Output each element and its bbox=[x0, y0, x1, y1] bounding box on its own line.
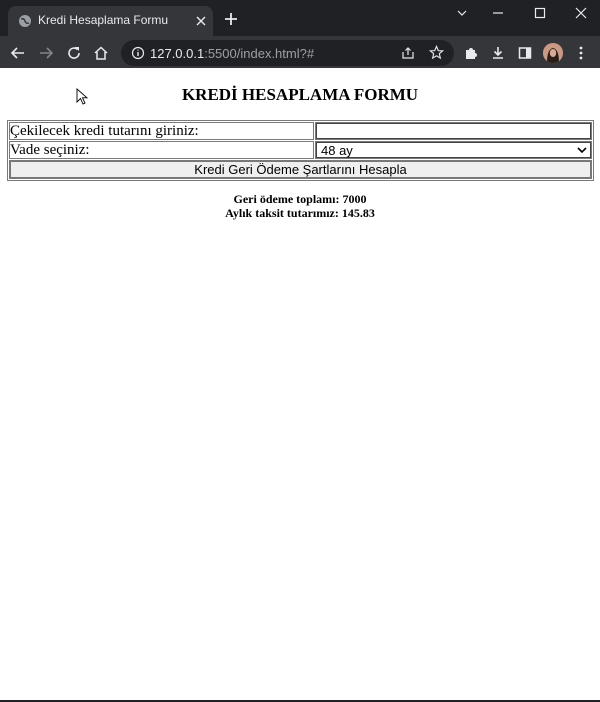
amount-label: Çekilecek kredi tutarını giriniz: bbox=[9, 122, 314, 140]
browser-toolbar: 127.0.0.1:5500/index.html?# bbox=[0, 36, 600, 68]
close-icon[interactable] bbox=[195, 15, 207, 27]
profile-avatar[interactable] bbox=[543, 43, 563, 63]
globe-icon bbox=[19, 15, 31, 27]
address-bar[interactable]: 127.0.0.1:5500/index.html?# bbox=[121, 40, 454, 66]
term-cell: 48 ay bbox=[315, 141, 592, 159]
term-selected-value: 48 ay bbox=[321, 143, 353, 158]
puzzle-icon[interactable] bbox=[463, 45, 479, 61]
close-window-icon[interactable] bbox=[574, 6, 588, 20]
table-row: Çekilecek kredi tutarını giriniz: bbox=[9, 122, 592, 140]
result-installment: Aylık taksit tutarımız: 145.83 bbox=[225, 206, 375, 220]
profile-picture bbox=[543, 43, 563, 63]
amount-input[interactable] bbox=[316, 123, 591, 139]
page-title: KREDİ HESAPLAMA FORMU bbox=[181, 85, 419, 104]
amount-cell bbox=[315, 122, 592, 140]
table-row: Vade seçiniz: 48 ay bbox=[9, 141, 592, 159]
chevron-down-icon[interactable] bbox=[455, 6, 469, 20]
term-select[interactable]: 48 ay bbox=[316, 142, 591, 158]
home-icon[interactable] bbox=[93, 45, 109, 61]
button-cell: Kredi Geri Ödeme Şartlarını Hesapla bbox=[9, 160, 592, 179]
term-label: Vade seçiniz: bbox=[9, 141, 314, 159]
results-block: Geri ödeme toplamı: 7000 Aylık taksit tu… bbox=[0, 192, 600, 220]
download-icon[interactable] bbox=[490, 45, 506, 61]
reload-icon[interactable] bbox=[66, 45, 82, 61]
share-icon[interactable] bbox=[401, 46, 415, 60]
back-arrow-icon[interactable] bbox=[10, 45, 26, 61]
page-content: KREDİ HESAPLAMA FORMU Çekilecek kredi tu… bbox=[0, 68, 600, 700]
kebab-menu-icon[interactable] bbox=[573, 45, 589, 61]
star-icon[interactable] bbox=[429, 45, 444, 60]
url-path: :5500/index.html?# bbox=[204, 46, 315, 61]
mouse-pointer-icon bbox=[76, 88, 88, 105]
browser-tab[interactable]: Kredi Hesaplama Formu bbox=[8, 6, 213, 36]
info-icon[interactable] bbox=[131, 46, 145, 60]
url-host: 127.0.0.1 bbox=[150, 46, 205, 61]
side-panel-icon[interactable] bbox=[517, 45, 533, 61]
loan-form-table: Çekilecek kredi tutarını giriniz: Vade s… bbox=[7, 120, 594, 181]
calculate-button[interactable]: Kredi Geri Ödeme Şartlarını Hesapla bbox=[10, 161, 591, 178]
minimize-icon[interactable] bbox=[491, 6, 505, 20]
url-text: 127.0.0.1:5500/index.html?# bbox=[150, 46, 314, 61]
forward-arrow-icon[interactable] bbox=[38, 45, 54, 61]
table-row: Kredi Geri Ödeme Şartlarını Hesapla bbox=[9, 160, 592, 179]
tab-title: Kredi Hesaplama Formu bbox=[38, 13, 169, 27]
chevron-down-icon bbox=[577, 147, 587, 154]
result-total: Geri ödeme toplamı: 7000 bbox=[233, 192, 367, 206]
tab-strip: Kredi Hesaplama Formu bbox=[0, 0, 600, 36]
plus-icon[interactable] bbox=[224, 12, 238, 26]
maximize-icon[interactable] bbox=[533, 6, 547, 20]
